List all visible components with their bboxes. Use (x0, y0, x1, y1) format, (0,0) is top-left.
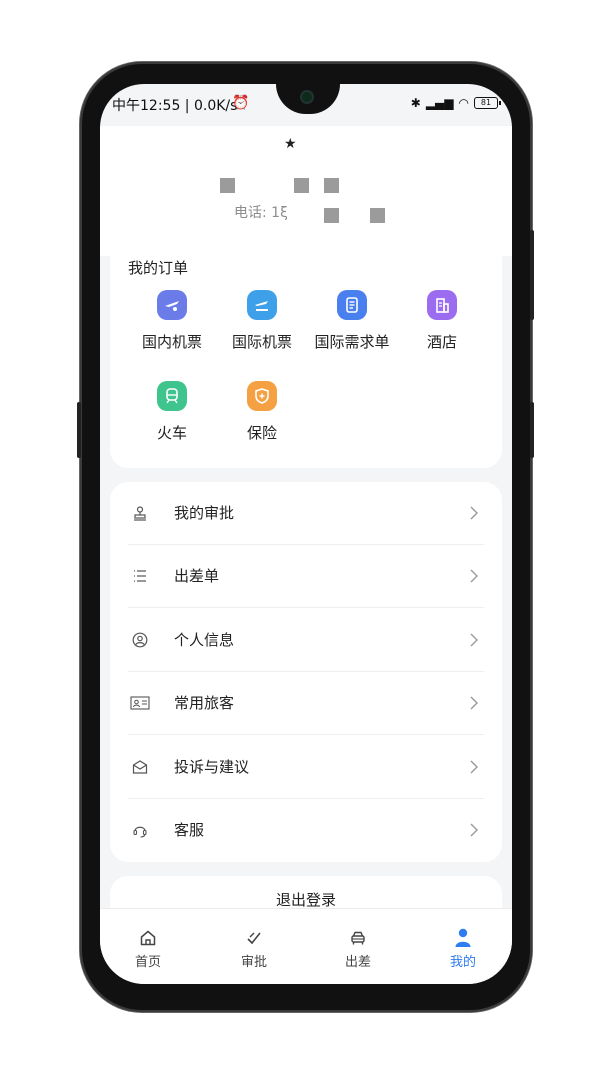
status-time: 中午12:55 | 0.0K/s (112, 98, 238, 114)
menu-item-personal-info[interactable]: 个人信息 (110, 609, 502, 672)
chevron-right-icon (470, 569, 478, 583)
profile-mark: ★ (284, 136, 297, 152)
requirement-doc-icon (337, 290, 367, 320)
phone-number-mask (324, 208, 339, 223)
chevron-right-icon (470, 823, 478, 837)
train-icon (157, 381, 187, 411)
approve-icon (224, 927, 284, 949)
menu-card: 我的审批 出差单 个人信息 常用旅客 投诉与建议 客服 (110, 482, 502, 862)
menu-item-trip-order[interactable]: 出差单 (110, 545, 502, 608)
volume-button (77, 402, 81, 458)
menu-label: 出差单 (174, 567, 220, 585)
tab-travel[interactable]: 出差 (328, 927, 388, 970)
order-label: 保险 (246, 424, 277, 442)
order-label: 火车 (156, 424, 187, 442)
phone-number-mask (370, 208, 385, 223)
id-card-icon (130, 693, 150, 713)
menu-label: 个人信息 (174, 631, 235, 649)
tab-label: 我的 (449, 955, 476, 970)
wifi-icon: ◠ (458, 96, 469, 110)
headset-icon (130, 820, 150, 840)
divider (128, 734, 484, 735)
order-label: 国内机票 (141, 333, 202, 351)
orders-title: 我的订单 (128, 259, 189, 277)
hotel-icon (427, 290, 457, 320)
user-circle-icon (130, 630, 150, 650)
power-button (530, 230, 534, 320)
envelope-icon (130, 757, 150, 777)
menu-label: 我的审批 (174, 504, 235, 522)
menu-item-customer-service[interactable]: 客服 (110, 799, 502, 862)
order-label: 国际需求单 (314, 333, 390, 351)
international-flight-icon (247, 290, 277, 320)
home-icon (118, 927, 178, 949)
tab-home[interactable]: 首页 (118, 927, 178, 970)
car-icon (328, 927, 388, 949)
insurance-icon (247, 381, 277, 411)
menu-item-approval[interactable]: 我的审批 (110, 482, 502, 545)
tab-label: 审批 (240, 955, 267, 970)
user-name (324, 178, 339, 193)
phone-number: 电话: 1ξ (234, 205, 288, 221)
divider (128, 607, 484, 608)
list-icon (130, 566, 150, 586)
domestic-flight-icon (157, 290, 187, 320)
order-hotel[interactable]: 酒店 (392, 290, 492, 352)
order-label: 酒店 (426, 333, 457, 351)
menu-label: 投诉与建议 (174, 758, 250, 776)
user-name (294, 178, 309, 193)
chevron-right-icon (470, 760, 478, 774)
bottom-tab-bar: 首页 审批 出差 我的 (100, 908, 512, 984)
person-icon (433, 927, 493, 949)
battery-icon: 81 (474, 97, 501, 109)
chevron-right-icon (470, 506, 478, 520)
stamp-icon (130, 503, 150, 523)
orders-card: 我的订单 国内机票 国际机票 国际需求单 酒店 火车 保险 (110, 240, 502, 468)
order-domestic-flight[interactable]: 国内机票 (122, 290, 222, 352)
menu-label: 客服 (174, 821, 205, 839)
order-insurance[interactable]: 保险 (212, 381, 312, 443)
order-international-flight[interactable]: 国际机票 (212, 290, 312, 352)
tab-mine[interactable]: 我的 (433, 927, 493, 970)
logout-label: 退出登录 (275, 891, 336, 909)
chevron-right-icon (470, 696, 478, 710)
menu-item-frequent-travelers[interactable]: 常用旅客 (110, 672, 502, 735)
chevron-right-icon (470, 633, 478, 647)
order-train[interactable]: 火车 (122, 381, 222, 443)
side-button (530, 402, 534, 458)
tab-label: 首页 (134, 955, 161, 970)
avatar (220, 178, 235, 193)
order-requirement[interactable]: 国际需求单 (302, 290, 402, 352)
profile-header[interactable]: ★ 电话: 1ξ (100, 126, 512, 256)
front-camera (300, 90, 314, 104)
signal-icon: ▂▄▆ (425, 96, 454, 110)
menu-label: 常用旅客 (174, 694, 235, 712)
bluetooth-icon: ✱ (410, 96, 421, 110)
alarm-icon: ⏰ (232, 95, 250, 111)
order-label: 国际机票 (231, 333, 292, 351)
screen: 中午12:55 | 0.0K/s ⏰ ✱ ▂▄▆ ◠ 81 ★ 电话: 1ξ 我… (100, 84, 512, 984)
menu-item-feedback[interactable]: 投诉与建议 (110, 736, 502, 799)
tab-label: 出差 (344, 955, 371, 970)
tab-approve[interactable]: 审批 (224, 927, 284, 970)
